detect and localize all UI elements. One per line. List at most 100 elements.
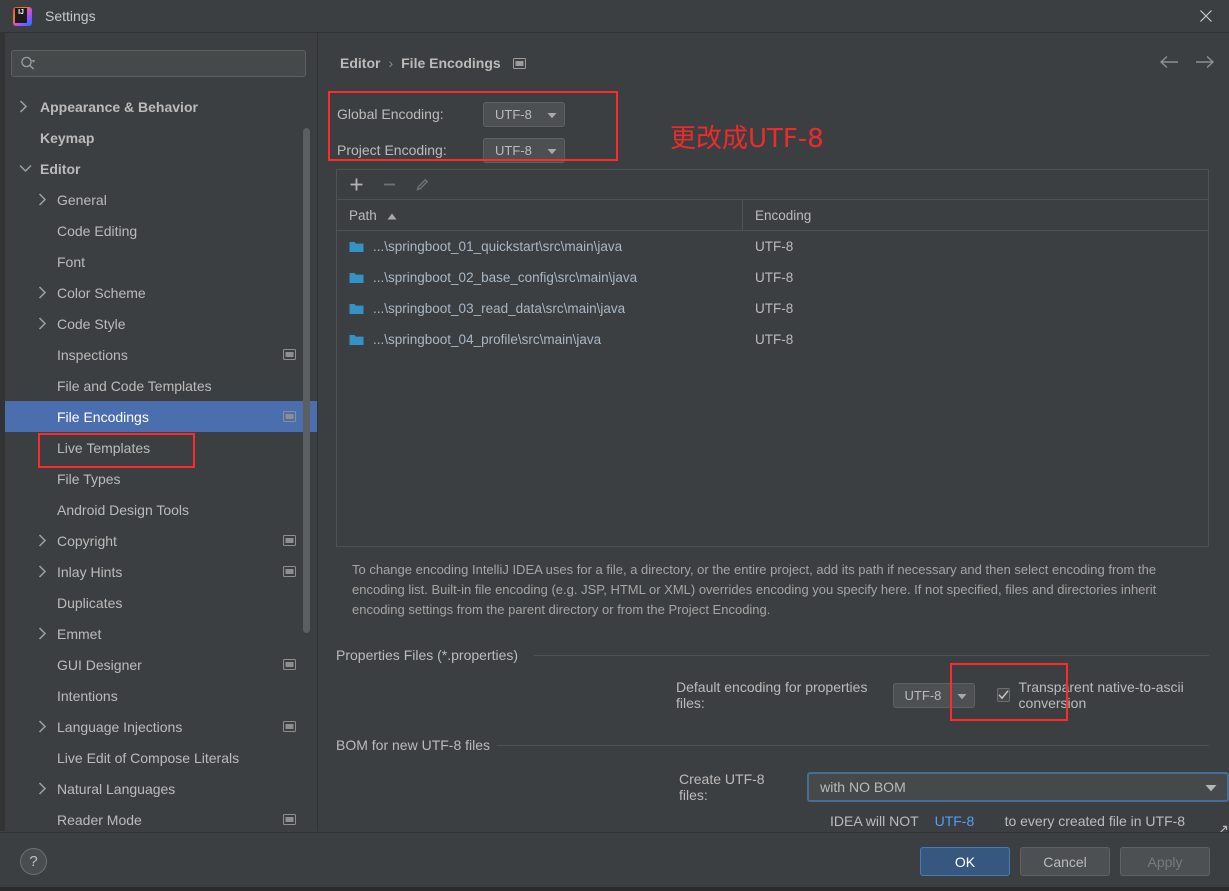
sidebar-item-live-templates[interactable]: Live Templates [5, 432, 317, 463]
properties-section-divider [534, 655, 1209, 656]
add-icon[interactable] [349, 177, 364, 192]
table-cell-path-text: ...\springboot_01_quickstart\src\main\ja… [373, 239, 623, 254]
sidebar-item-copyright[interactable]: Copyright [5, 525, 317, 556]
properties-section-title: Properties Files (*.properties) [336, 647, 527, 663]
transparent-conversion-checkbox[interactable] [996, 688, 1010, 702]
window-bottom-edge [0, 887, 1229, 891]
sidebar-item-reader-mode[interactable]: Reader Mode [5, 804, 317, 831]
search-input[interactable] [37, 56, 305, 71]
breadcrumb-separator: › [388, 55, 394, 71]
sidebar-item-label: File and Code Templates [57, 377, 212, 394]
back-arrow-icon[interactable] [1159, 55, 1179, 69]
sidebar-item-label: Copyright [57, 532, 117, 549]
encoding-table: Path Encoding ...\springboot_01_quicksta… [336, 169, 1209, 547]
table-row[interactable]: ...\springboot_04_profile\src\main\java U… [337, 324, 1208, 355]
sidebar-item-general[interactable]: General [5, 184, 317, 215]
bom-create-dropdown[interactable]: with NO BOM [807, 772, 1229, 802]
ok-button[interactable]: OK [920, 847, 1010, 876]
folder-icon [349, 302, 364, 315]
column-header-path[interactable]: Path [337, 200, 743, 230]
sidebar-item-gui-designer[interactable]: GUI Designer [5, 649, 317, 680]
sidebar-item-file-and-code-templates[interactable]: File and Code Templates [5, 370, 317, 401]
sidebar-item-code-style[interactable]: Code Style [5, 308, 317, 339]
sidebar-item-label: Color Scheme [57, 284, 146, 301]
sidebar-item-language-injections[interactable]: Language Injections [5, 711, 317, 742]
properties-default-encoding-row: Default encoding for properties files: U… [676, 679, 1229, 711]
sidebar-item-keymap[interactable]: Keymap [5, 122, 317, 153]
properties-encoding-dropdown[interactable]: UTF-8 [892, 682, 975, 708]
sidebar-item-live-edit-of-compose-literals[interactable]: Live Edit of Compose Literals [5, 742, 317, 773]
folder-icon [349, 333, 364, 346]
sidebar-item-color-scheme[interactable]: Color Scheme [5, 277, 317, 308]
table-cell-encoding: UTF-8 [755, 332, 794, 347]
sidebar-item-font[interactable]: Font [5, 246, 317, 277]
bom-create-row: Create UTF-8 files: with NO BOM [679, 771, 1229, 803]
project-scope-badge-icon [283, 339, 296, 370]
sidebar-item-natural-languages[interactable]: Natural Languages [5, 773, 317, 804]
edit-icon [415, 177, 430, 192]
settings-tree: Appearance & Behavior Keymap Editor General… [5, 91, 317, 831]
chevron-right-icon[interactable] [19, 91, 33, 122]
bom-section-title: BOM for new UTF-8 files [336, 737, 499, 753]
transparent-conversion-label: Transparent native-to-ascii conversion [1018, 679, 1184, 711]
chevron-right-icon[interactable] [38, 525, 52, 556]
chevron-down-icon [957, 688, 967, 703]
help-button[interactable]: ? [20, 848, 47, 875]
table-row[interactable]: ...\springboot_02_base_config\src\main\j… [337, 262, 1208, 293]
properties-default-encoding-label: Default encoding for properties files: [676, 679, 868, 711]
sidebar-item-code-editing[interactable]: Code Editing [5, 215, 317, 246]
chevron-down-icon[interactable] [19, 153, 33, 184]
sidebar-item-duplicates[interactable]: Duplicates [5, 587, 317, 618]
breadcrumb-parent[interactable]: Editor [340, 55, 380, 71]
sidebar-item-label: Android Design Tools [57, 501, 190, 518]
transparent-conversion-checkbox-row[interactable]: Transparent native-to-ascii conversion [996, 679, 1229, 711]
search-box[interactable] [11, 50, 306, 77]
bom-section-divider [497, 745, 1209, 746]
column-header-encoding[interactable]: Encoding [743, 200, 1208, 230]
project-scope-badge-icon [283, 804, 296, 831]
sidebar-item-label: Language Injections [57, 718, 183, 735]
annotation-text: 更改成UTF-8 [670, 124, 824, 154]
sidebar-item-label: Editor [40, 160, 81, 177]
chevron-down-icon [547, 143, 557, 158]
chevron-right-icon[interactable] [38, 556, 52, 587]
encoding-dropdown[interactable]: UTF-8 [483, 137, 565, 163]
sidebar-item-appearance-behavior[interactable]: Appearance & Behavior [5, 91, 317, 122]
window-title: Settings [45, 8, 96, 24]
sidebar-item-editor[interactable]: Editor [5, 153, 317, 184]
encoding-value: UTF-8 [495, 106, 532, 122]
chevron-right-icon[interactable] [38, 184, 52, 215]
chevron-right-icon[interactable] [38, 618, 52, 649]
sidebar-item-label: Appearance & Behavior [40, 98, 198, 115]
sidebar-item-intentions[interactable]: Intentions [5, 680, 317, 711]
cancel-button[interactable]: Cancel [1020, 847, 1110, 876]
sidebar-item-inspections[interactable]: Inspections [5, 339, 317, 370]
sidebar-item-file-types[interactable]: File Types [5, 463, 317, 494]
table-cell-encoding: UTF-8 [755, 270, 794, 285]
sidebar-item-android-design-tools[interactable]: Android Design Tools [5, 494, 317, 525]
encoding-dropdown[interactable]: UTF-8 [483, 101, 565, 127]
forward-arrow-icon[interactable] [1195, 55, 1215, 69]
sidebar-scrollbar[interactable] [303, 128, 310, 633]
project-scope-badge-icon [283, 649, 296, 680]
table-cell-path: ...\springboot_01_quickstart\src\main\ja… [337, 239, 743, 254]
sidebar-item-file-encodings[interactable]: File Encodings [5, 401, 317, 432]
chevron-right-icon[interactable] [38, 711, 52, 742]
chevron-right-icon[interactable] [38, 308, 52, 339]
close-icon[interactable] [1183, 0, 1229, 32]
sidebar-item-label: Code Editing [57, 222, 138, 239]
sidebar-item-label: Live Edit of Compose Literals [57, 749, 240, 766]
project-scope-badge-icon [283, 556, 296, 587]
sidebar-item-label: Emmet [57, 625, 102, 642]
chevron-right-icon[interactable] [38, 773, 52, 804]
table-row[interactable]: ...\springboot_03_read_data\src\main\jav… [337, 293, 1208, 324]
chevron-right-icon[interactable] [38, 277, 52, 308]
sidebar-item-inlay-hints[interactable]: Inlay Hints [5, 556, 317, 587]
apply-button[interactable]: Apply [1120, 847, 1210, 876]
folder-icon [349, 240, 364, 253]
sidebar-item-emmet[interactable]: Emmet [5, 618, 317, 649]
intellij-idea-icon [13, 6, 32, 26]
navigation-arrows [1159, 55, 1215, 69]
bom-create-label: Create UTF-8 files: [679, 771, 765, 803]
table-row[interactable]: ...\springboot_01_quickstart\src\main\ja… [337, 231, 1208, 262]
